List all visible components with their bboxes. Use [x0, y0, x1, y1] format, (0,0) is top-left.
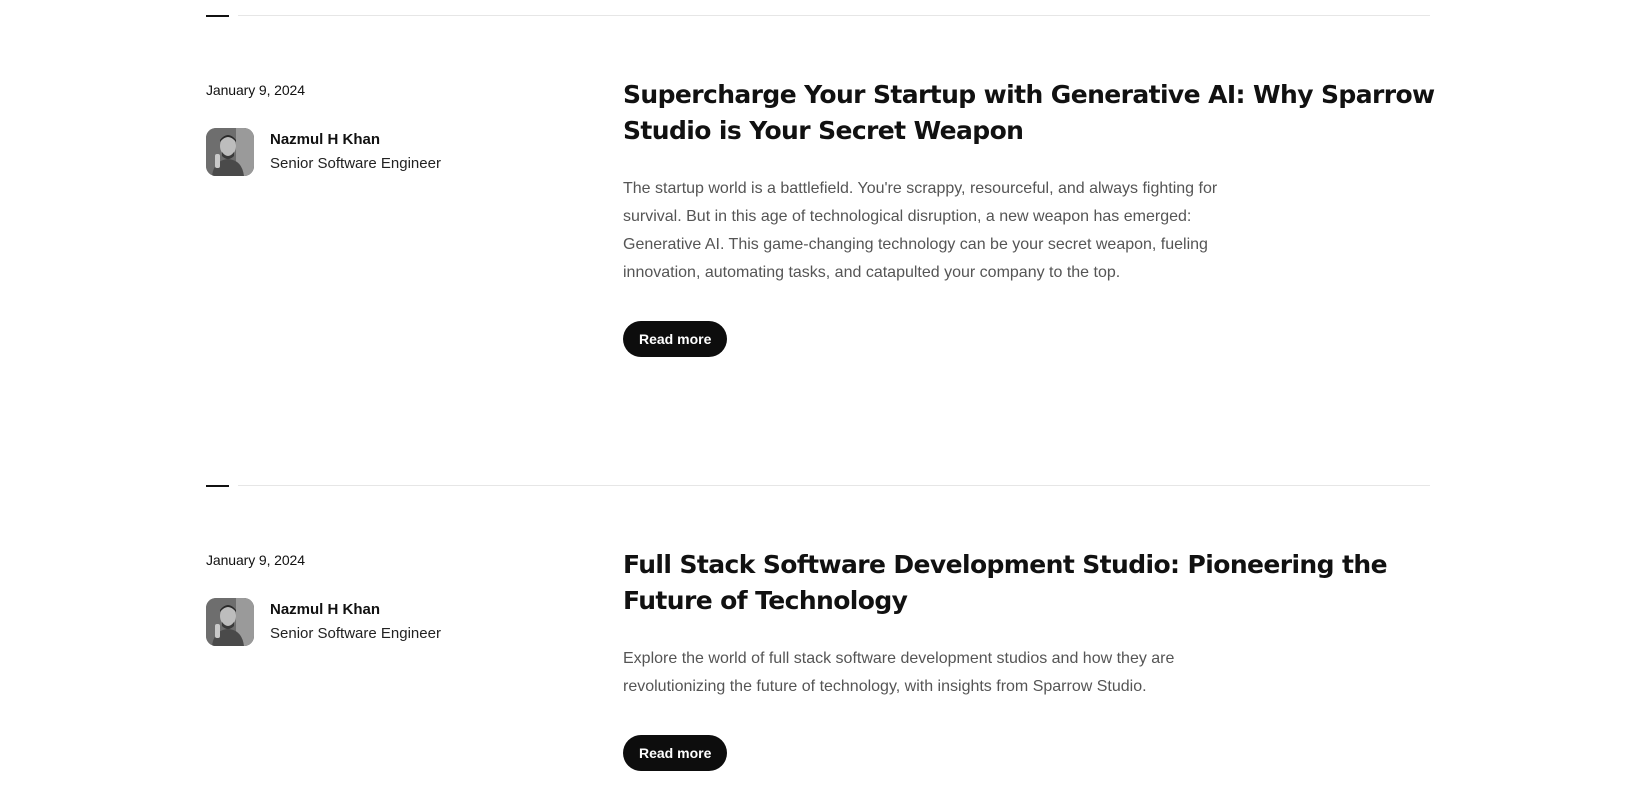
- post-title[interactable]: Supercharge Your Startup with Generative…: [623, 77, 1435, 149]
- author-role: Senior Software Engineer: [270, 625, 441, 642]
- post-author: Nazmul H Khan Senior Software Engineer: [206, 128, 441, 176]
- read-more-button[interactable]: Read more: [623, 735, 728, 771]
- author-role: Senior Software Engineer: [270, 155, 441, 172]
- post-excerpt: Explore the world of full stack software…: [623, 650, 1175, 695]
- post-excerpt: The startup world is a battlefield. You'…: [623, 180, 1218, 281]
- read-more-button[interactable]: Read more: [623, 321, 728, 357]
- post-divider: [206, 485, 1430, 487]
- avatar: [206, 128, 254, 176]
- post-date: January 9, 2024: [206, 82, 305, 98]
- post-divider: [206, 15, 1430, 17]
- divider-dash: [206, 485, 229, 487]
- divider-line: [238, 15, 1430, 16]
- post-title[interactable]: Full Stack Software Development Studio: …: [623, 547, 1435, 619]
- post-author: Nazmul H Khan Senior Software Engineer: [206, 598, 441, 646]
- avatar: [206, 598, 254, 646]
- divider-line: [238, 485, 1430, 486]
- post-date: January 9, 2024: [206, 552, 305, 568]
- author-name: Nazmul H Khan: [270, 601, 381, 618]
- author-name: Nazmul H Khan: [270, 131, 381, 148]
- divider-dash: [206, 15, 229, 17]
